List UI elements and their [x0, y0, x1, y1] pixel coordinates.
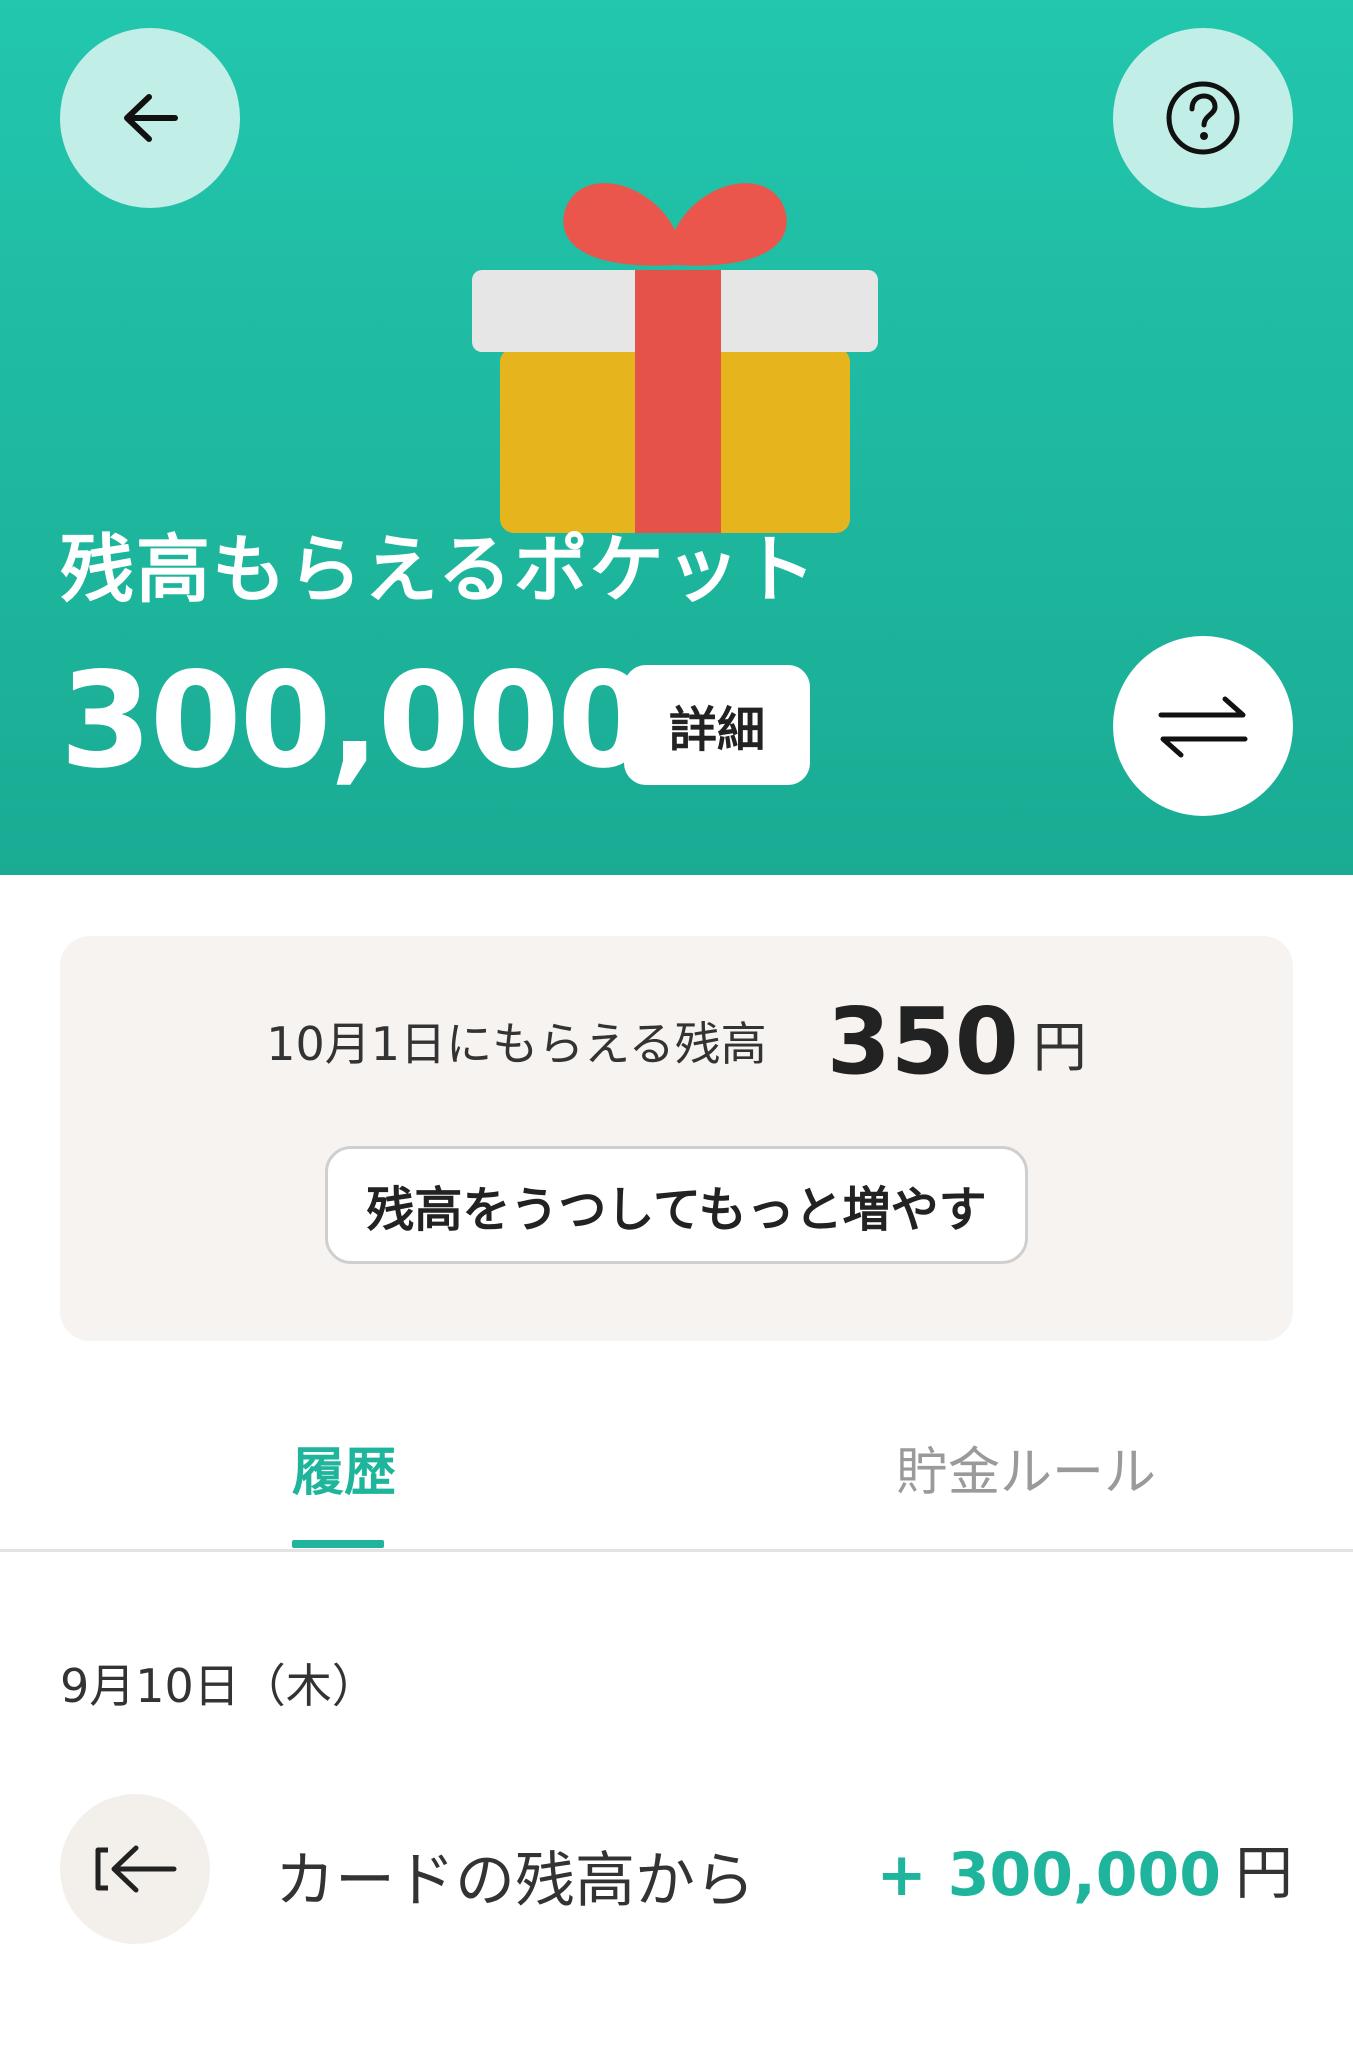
- transfer-button[interactable]: [1113, 636, 1293, 816]
- bonus-unit: 円: [1032, 1016, 1087, 1079]
- incoming-icon-wrap: [60, 1794, 210, 1944]
- history-item-unit: 円: [1234, 1839, 1293, 1907]
- tab-bar: 履歴 貯金ルール: [0, 1400, 1353, 1552]
- question-circle-icon: [1166, 81, 1240, 155]
- increase-balance-button[interactable]: 残高をうつしてもっと増やす: [325, 1146, 1028, 1264]
- history-row[interactable]: カードの残高から + 300,000 円: [0, 1790, 1353, 1945]
- pocket-header: 残高もらえるポケット 300,000 円 詳細: [0, 0, 1353, 875]
- gift-box-icon: [472, 183, 878, 533]
- help-button[interactable]: [1113, 28, 1293, 208]
- bonus-card: 10月1日にもらえる残高 350 円 残高をうつしてもっと増やす: [60, 936, 1293, 1341]
- history-item-label: カードの残高から: [275, 1846, 755, 1916]
- history-item-amount-wrap: + 300,000 円: [877, 1826, 1293, 1910]
- bonus-label: 10月1日にもらえる残高: [266, 1017, 767, 1071]
- tab-history[interactable]: 履歴: [292, 1430, 396, 1505]
- tab-active-indicator: [292, 1540, 384, 1548]
- history-date: 9月10日（木）: [60, 1659, 378, 1713]
- detail-button[interactable]: 詳細: [624, 665, 810, 785]
- arrow-left-icon: [124, 94, 178, 142]
- history-item-amount: + 300,000: [876, 1840, 1221, 1910]
- bonus-amount: 350: [826, 988, 1019, 1095]
- pocket-title: 残高もらえるポケット: [60, 527, 818, 613]
- tab-savings-rules[interactable]: 貯金ルール: [896, 1430, 1156, 1505]
- bonus-summary: 10月1日にもらえる残高 350 円: [60, 996, 1293, 1088]
- swap-arrows-icon: [1158, 696, 1248, 758]
- incoming-arrow-icon: [95, 1845, 177, 1893]
- balance-amount: 300,000: [60, 644, 649, 798]
- back-button[interactable]: [60, 28, 240, 208]
